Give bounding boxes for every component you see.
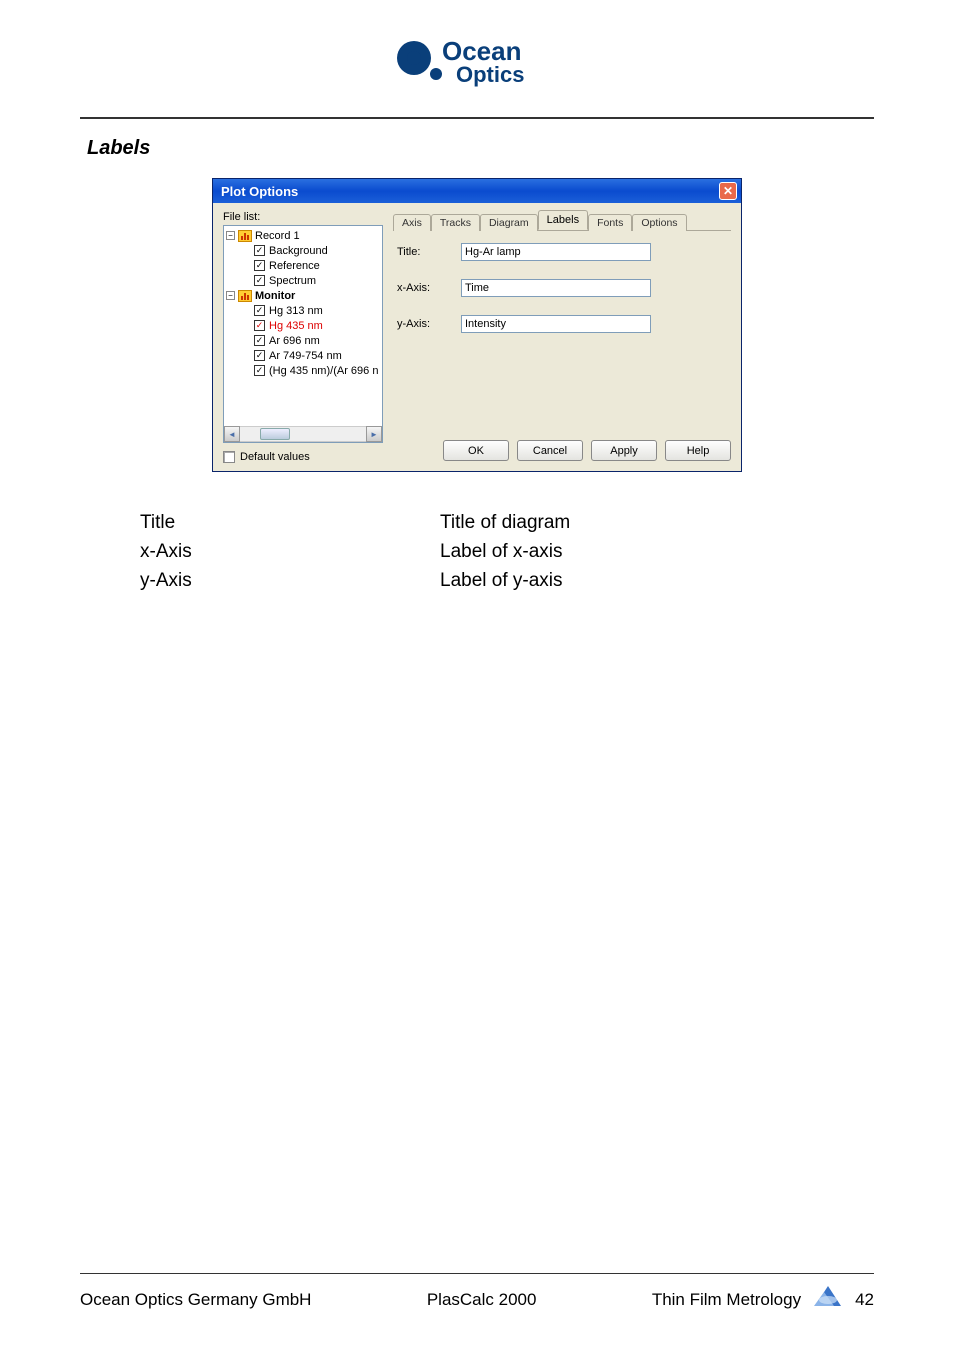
- tree-node-hg435[interactable]: ✓ Hg 435 nm: [226, 318, 382, 333]
- tree-node-background[interactable]: ✓ Background: [226, 243, 382, 258]
- dialog-tabs: Axis Tracks Diagram Labels Fonts Options: [393, 211, 731, 231]
- checkbox-icon[interactable]: ✓: [254, 335, 265, 346]
- tree-label: Ar 749-754 nm: [269, 350, 342, 362]
- checkbox-icon[interactable]: [223, 451, 235, 463]
- description-list: Title Title of diagram x-Axis Label of x…: [140, 512, 874, 592]
- tree-label: Background: [269, 245, 328, 257]
- description-value: Label of y-axis: [440, 570, 563, 592]
- dialog-titlebar[interactable]: Plot Options ✕: [213, 179, 741, 203]
- tab-fonts[interactable]: Fonts: [588, 214, 632, 231]
- checkbox-icon[interactable]: ✓: [254, 275, 265, 286]
- footer-company: Ocean Optics Germany GmbH: [80, 1290, 311, 1310]
- scroll-track[interactable]: [240, 426, 366, 442]
- chart-icon: [238, 290, 252, 302]
- tree-node-reference[interactable]: ✓ Reference: [226, 258, 382, 273]
- tab-axis[interactable]: Axis: [393, 214, 431, 231]
- tree-label: Reference: [269, 260, 320, 272]
- scroll-left-icon[interactable]: ◄: [224, 426, 240, 442]
- footer-product: PlasCalc 2000: [427, 1290, 537, 1310]
- close-icon[interactable]: ✕: [719, 182, 737, 200]
- y-axis-label: y-Axis:: [397, 318, 461, 330]
- tree-node-ar749[interactable]: ✓ Ar 749-754 nm: [226, 348, 382, 363]
- tree-label: Ar 696 nm: [269, 335, 320, 347]
- x-axis-label: x-Axis:: [397, 282, 461, 294]
- section-title: Labels: [87, 137, 874, 160]
- description-value: Title of diagram: [440, 512, 570, 534]
- default-values-label: Default values: [240, 451, 310, 463]
- description-value: Label of x-axis: [440, 541, 563, 563]
- tree-node-record1[interactable]: − Record 1: [226, 228, 382, 243]
- ok-button[interactable]: OK: [443, 440, 509, 461]
- collapse-icon[interactable]: −: [226, 291, 235, 300]
- checkbox-icon[interactable]: ✓: [254, 260, 265, 271]
- tab-diagram[interactable]: Diagram: [480, 214, 538, 231]
- description-key: x-Axis: [140, 541, 440, 563]
- checkbox-icon[interactable]: ✓: [254, 305, 265, 316]
- description-row: x-Axis Label of x-axis: [140, 541, 874, 563]
- tree-node-spectrum[interactable]: ✓ Spectrum: [226, 273, 382, 288]
- tree-node-monitor[interactable]: − Monitor: [226, 288, 382, 303]
- y-axis-input[interactable]: [461, 315, 651, 333]
- description-key: Title: [140, 512, 440, 534]
- checkbox-icon[interactable]: ✓: [254, 320, 265, 331]
- header-logo: Ocean Optics: [80, 30, 874, 117]
- tree-node-ar696[interactable]: ✓ Ar 696 nm: [226, 333, 382, 348]
- checkbox-icon[interactable]: ✓: [254, 245, 265, 256]
- file-list-tree[interactable]: − Record 1 ✓ Background ✓ Referen: [223, 225, 383, 443]
- scroll-right-icon[interactable]: ►: [366, 426, 382, 442]
- title-label: Title:: [397, 246, 461, 258]
- description-row: Title Title of diagram: [140, 512, 874, 534]
- tree-label: Hg 313 nm: [269, 305, 323, 317]
- tree-label: Monitor: [255, 290, 295, 302]
- description-key: y-Axis: [140, 570, 440, 592]
- x-axis-input[interactable]: [461, 279, 651, 297]
- scroll-thumb[interactable]: [260, 428, 290, 440]
- description-row: y-Axis Label of y-axis: [140, 570, 874, 592]
- apply-button[interactable]: Apply: [591, 440, 657, 461]
- tree-label: Spectrum: [269, 275, 316, 287]
- footer-divider: [80, 1273, 874, 1274]
- dialog-title: Plot Options: [221, 184, 298, 199]
- default-values-checkbox[interactable]: Default values: [223, 451, 383, 463]
- checkbox-icon[interactable]: ✓: [254, 365, 265, 376]
- horizontal-scrollbar[interactable]: ◄ ►: [224, 426, 382, 442]
- checkbox-icon[interactable]: ✓: [254, 350, 265, 361]
- cancel-button[interactable]: Cancel: [517, 440, 583, 461]
- tree-label: Record 1: [255, 230, 300, 242]
- plot-options-dialog: Plot Options ✕ File list: − Record 1 ✓: [212, 178, 742, 472]
- collapse-icon[interactable]: −: [226, 231, 235, 240]
- tab-labels[interactable]: Labels: [538, 210, 588, 230]
- footer-category: Thin Film Metrology: [652, 1290, 801, 1310]
- footer-page-number: 42: [855, 1290, 874, 1310]
- mikropack-logo-icon: [811, 1284, 845, 1315]
- logo-text-bottom: Optics: [456, 62, 524, 87]
- help-button[interactable]: Help: [665, 440, 731, 461]
- tree-label: Hg 435 nm: [269, 320, 323, 332]
- title-input[interactable]: [461, 243, 651, 261]
- file-list-label: File list:: [223, 211, 383, 223]
- tree-label: (Hg 435 nm)/(Ar 696 n: [269, 365, 378, 377]
- tab-tracks[interactable]: Tracks: [431, 214, 480, 231]
- tree-node-hg313[interactable]: ✓ Hg 313 nm: [226, 303, 382, 318]
- chart-icon: [238, 230, 252, 242]
- header-divider: [80, 117, 874, 119]
- tree-node-ratio[interactable]: ✓ (Hg 435 nm)/(Ar 696 n: [226, 363, 382, 378]
- tab-options[interactable]: Options: [632, 214, 686, 231]
